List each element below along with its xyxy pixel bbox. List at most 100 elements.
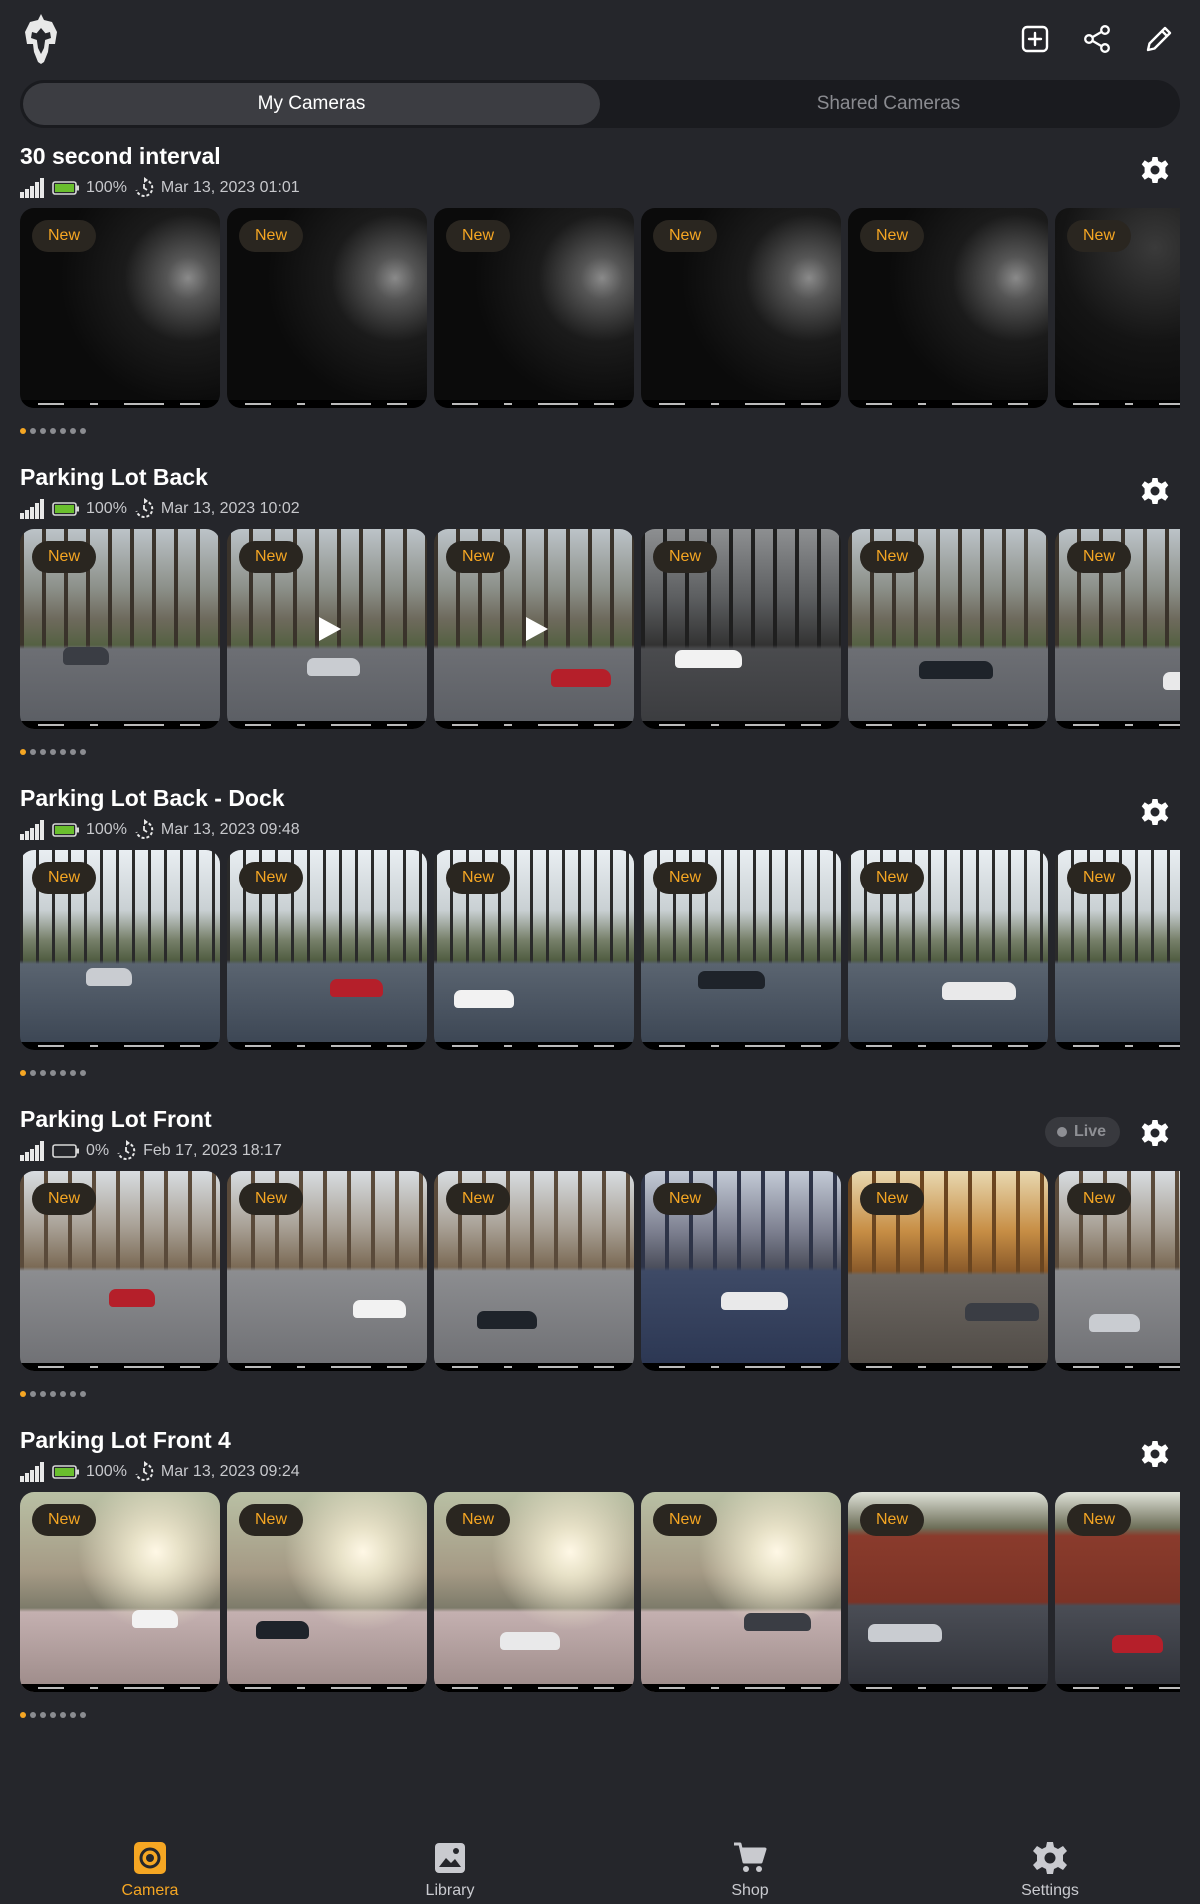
camera-thumbnail[interactable]: New (848, 208, 1048, 408)
timestamp-bar (227, 721, 427, 729)
timestamp-text-mark (801, 1366, 821, 1368)
timestamp-text-mark (745, 1687, 785, 1689)
timestamp-text-mark (245, 403, 271, 405)
camera-thumbnail[interactable]: New (20, 850, 220, 1050)
timestamp-bar (434, 1684, 634, 1692)
timestamp-text-mark (952, 403, 992, 405)
camera-thumbnail[interactable]: New (20, 208, 220, 408)
nav-camera[interactable]: Camera (0, 1820, 300, 1904)
page-dot (50, 1712, 56, 1718)
edit-pencil-icon[interactable] (1142, 22, 1176, 56)
camera-thumbnail[interactable]: New (434, 1171, 634, 1371)
camera-thumbnail[interactable]: New (434, 529, 634, 729)
camera-name[interactable]: Parking Lot Back - Dock (20, 785, 285, 812)
page-dot (20, 1712, 26, 1718)
camera-thumbnail[interactable]: New (641, 208, 841, 408)
camera-thumbnail[interactable]: New (434, 208, 634, 408)
camera-settings-gear-icon[interactable] (1140, 1439, 1170, 1469)
camera-thumbnail[interactable]: New (641, 850, 841, 1050)
camera-thumbnail[interactable]: New (641, 529, 841, 729)
timestamp-text-mark (245, 1687, 271, 1689)
camera-thumbnail[interactable]: New (227, 208, 427, 408)
camera-name[interactable]: Parking Lot Front 4 (20, 1427, 231, 1454)
camera-name[interactable]: Parking Lot Back (20, 464, 208, 491)
page-dot (20, 428, 26, 434)
timestamp-text-mark (331, 1045, 371, 1047)
thumbnail-strip[interactable]: New New New New New New (20, 529, 1180, 729)
page-dot (30, 1712, 36, 1718)
nav-library[interactable]: Library (300, 1820, 600, 1904)
timestamp-text-mark (180, 1366, 200, 1368)
timestamp-text-mark (1125, 403, 1133, 405)
camera-thumbnail[interactable]: New (20, 1492, 220, 1692)
timestamp-bar (20, 1363, 220, 1371)
nav-shop[interactable]: Shop (600, 1820, 900, 1904)
camera-thumbnail[interactable]: New (1055, 1492, 1180, 1692)
page-dot (50, 749, 56, 755)
tab-shared-cameras[interactable]: Shared Cameras (600, 83, 1177, 125)
camera-settings-gear-icon[interactable] (1140, 797, 1170, 827)
thumbnail-strip[interactable]: New New New New New New (20, 208, 1180, 408)
page-dot (40, 1391, 46, 1397)
live-button[interactable]: Live (1044, 1117, 1120, 1147)
camera-thumbnail[interactable]: New (227, 850, 427, 1050)
camera-thumbnail[interactable]: New (227, 1171, 427, 1371)
timestamp-text-mark (538, 1366, 578, 1368)
thumbnail-strip[interactable]: New New New New New New (20, 1171, 1180, 1371)
page-dot (60, 1712, 66, 1718)
timestamp-text-mark (387, 1687, 407, 1689)
last-sync-time: Feb 17, 2023 18:17 (143, 1142, 282, 1159)
camera-thumbnail[interactable]: New (20, 529, 220, 729)
camera-thumbnail[interactable]: New (848, 850, 1048, 1050)
timestamp-text-mark (538, 1687, 578, 1689)
timestamp-text-mark (1159, 1687, 1180, 1689)
timestamp-bar (20, 1042, 220, 1050)
camera-thumbnail[interactable]: New (1055, 529, 1180, 729)
timestamp-text-mark (1159, 1366, 1180, 1368)
camera-thumbnail[interactable]: New (20, 1171, 220, 1371)
last-sync-time: Mar 13, 2023 01:01 (160, 179, 300, 196)
timestamp-text-mark (659, 1366, 685, 1368)
battery-icon (52, 502, 79, 516)
camera-thumbnail[interactable]: New (641, 1171, 841, 1371)
tab-my-cameras[interactable]: My Cameras (23, 83, 600, 125)
thumbnail-strip[interactable]: New New New New New New (20, 850, 1180, 1050)
new-badge: New (32, 220, 97, 252)
camera-settings-gear-icon[interactable] (1140, 476, 1170, 506)
thumbnail-strip[interactable]: New New New New New New (20, 1492, 1180, 1692)
camera-thumbnail[interactable]: New (227, 529, 427, 729)
timestamp-text-mark (538, 724, 578, 726)
new-badge: New (446, 541, 511, 573)
camera-thumbnail[interactable]: New (1055, 208, 1180, 408)
timestamp-text-mark (918, 724, 926, 726)
camera-settings-gear-icon[interactable] (1140, 1118, 1170, 1148)
camera-thumbnail[interactable]: New (434, 850, 634, 1050)
timestamp-text-mark (801, 1687, 821, 1689)
vehicle-image-detail (965, 1303, 1039, 1321)
timestamp-text-mark (952, 1687, 992, 1689)
camera-thumbnail[interactable]: New (848, 529, 1048, 729)
timestamp-text-mark (1125, 1687, 1133, 1689)
timestamp-text-mark (659, 403, 685, 405)
last-sync-time: Mar 13, 2023 10:02 (160, 500, 300, 517)
camera-settings-gear-icon[interactable] (1140, 155, 1170, 185)
timestamp-text-mark (38, 1687, 64, 1689)
add-square-icon[interactable] (1018, 22, 1052, 56)
camera-name[interactable]: Parking Lot Front (20, 1106, 212, 1133)
timestamp-text-mark (387, 1366, 407, 1368)
share-icon[interactable] (1080, 22, 1114, 56)
timestamp-text-mark (952, 724, 992, 726)
camera-thumbnail[interactable]: New (641, 1492, 841, 1692)
camera-thumbnail[interactable]: New (1055, 850, 1180, 1050)
new-badge: New (32, 541, 97, 573)
page-dot (50, 428, 56, 434)
camera-thumbnail[interactable]: New (848, 1492, 1048, 1692)
camera-thumbnail[interactable]: New (1055, 1171, 1180, 1371)
nav-settings[interactable]: Settings (900, 1820, 1200, 1904)
camera-thumbnail[interactable]: New (227, 1492, 427, 1692)
camera-name[interactable]: 30 second interval (20, 143, 221, 170)
camera-thumbnail[interactable]: New (434, 1492, 634, 1692)
timestamp-text-mark (331, 724, 371, 726)
camera-thumbnail[interactable]: New (848, 1171, 1048, 1371)
signal-strength-icon (20, 178, 44, 198)
